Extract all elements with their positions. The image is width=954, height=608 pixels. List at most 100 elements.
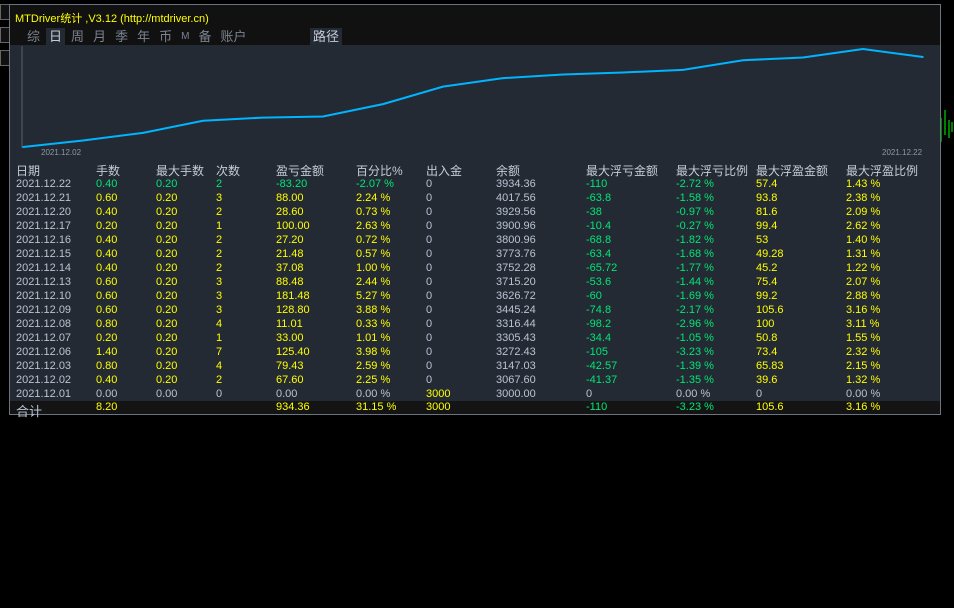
table-cell: 0.40: [96, 374, 118, 386]
table-cell: -3.23 %: [676, 346, 714, 358]
balance-point: [862, 48, 864, 50]
table-cell: -53.6: [586, 276, 612, 288]
table-cell: 3: [216, 290, 223, 302]
tab-5[interactable]: 年: [134, 28, 153, 45]
balance-point: [622, 71, 624, 74]
table-cell: 2: [216, 206, 223, 218]
table-cell: 3.88 %: [356, 304, 391, 316]
table-cell: -2.17 %: [676, 304, 714, 316]
table-cell: 0.60: [96, 290, 118, 302]
table-cell: -0.27 %: [676, 220, 714, 232]
table-cell: 1.55 %: [846, 332, 881, 344]
table-cell: 2: [216, 178, 223, 190]
table-cell: 0.57 %: [356, 248, 391, 260]
table-cell: 73.4: [756, 346, 778, 358]
table-cell: -1.69 %: [676, 290, 714, 302]
column-header: 最大浮亏比例: [676, 164, 749, 178]
balance-point: [202, 119, 204, 122]
table-cell: 0.80: [96, 318, 118, 330]
balance-point: [502, 77, 504, 79]
table-cell: 0: [426, 248, 433, 260]
table-cell: 2021.12.14: [16, 262, 72, 274]
tab-7[interactable]: M: [178, 28, 192, 45]
table-cell: 0.20: [156, 234, 178, 246]
tab-8[interactable]: 备: [195, 28, 214, 45]
table-cell: 2021.12.09: [16, 304, 72, 316]
tab-1[interactable]: 日: [46, 28, 66, 45]
table-cell: 0.20: [156, 262, 178, 274]
path-button[interactable]: 路径: [310, 28, 343, 45]
column-header: 最大手数: [156, 164, 205, 178]
table-cell: 0: [426, 262, 433, 274]
table-cell: 0.72 %: [356, 234, 391, 246]
total-cell: 934.36: [276, 401, 310, 413]
table-cell: 2021.12.06: [16, 346, 72, 358]
table-cell: 0: [426, 206, 433, 218]
table-cell: 0: [426, 346, 433, 358]
column-header: 日期: [16, 164, 41, 178]
total-row-bg: [10, 401, 940, 414]
table-cell: 0.20: [156, 178, 178, 190]
period-tabs: 综日周月季年币 M 备账户: [24, 28, 252, 45]
balance-line: [22, 47, 924, 148]
table-cell: 3000: [426, 388, 451, 400]
table-cell: 1: [216, 220, 223, 232]
table-cell: 3000.00: [496, 388, 536, 400]
table-cell: 4: [216, 318, 223, 330]
tab-9[interactable]: 账户: [217, 28, 249, 45]
chart-end-date: 2021.12.22: [882, 148, 923, 157]
table-cell: 3316.44: [496, 318, 536, 330]
table-cell: 99.4: [756, 220, 778, 232]
table-cell: 0.00 %: [846, 388, 881, 400]
table-cell: 3305.43: [496, 332, 536, 344]
column-header: 盈亏金额: [276, 164, 325, 178]
table-cell: -110: [586, 178, 608, 190]
table-cell: 3272.43: [496, 346, 536, 358]
table-cell: 3800.96: [496, 234, 536, 246]
table-cell: 0: [426, 304, 433, 316]
table-cell: -1.68 %: [676, 248, 714, 260]
table-cell: 2.15 %: [846, 360, 881, 372]
table-cell: 2.24 %: [356, 192, 391, 204]
table-cell: 37.08: [276, 262, 304, 274]
tab-0[interactable]: 综: [24, 28, 43, 45]
table-cell: 7: [216, 346, 223, 358]
table-cell: 0: [426, 374, 433, 386]
total-cell: 3000: [426, 401, 451, 413]
table-cell: 0: [426, 192, 433, 204]
balance-point: [22, 146, 24, 148]
tab-2[interactable]: 周: [68, 28, 87, 45]
table-cell: 0.20: [156, 220, 178, 232]
title-bar: MTDriver统计 ,V3.12 (http://mtdriver.cn) 综…: [10, 5, 940, 45]
total-cell: 31.15 %: [356, 401, 397, 413]
tab-6[interactable]: 币: [156, 28, 175, 45]
table-cell: 3715.20: [496, 276, 536, 288]
table-cell: -63.4: [586, 248, 612, 260]
balance-point: [382, 103, 384, 105]
tab-3[interactable]: 月: [90, 28, 109, 45]
table-cell: 2021.12.07: [16, 332, 72, 344]
table-cell: 2.44 %: [356, 276, 391, 288]
column-header: 出入金: [426, 164, 463, 178]
table-cell: 3.11 %: [846, 318, 880, 330]
table-cell: 1.00 %: [356, 262, 391, 274]
table-cell: 0.20: [156, 276, 178, 288]
table-cell: 2.59 %: [356, 360, 391, 372]
table-cell: 3147.03: [496, 360, 536, 372]
table-cell: 3773.76: [496, 248, 536, 260]
table-cell: 1.31 %: [846, 248, 881, 260]
balance-chart: [21, 46, 924, 148]
column-header: 余额: [496, 164, 521, 178]
table-cell: 65.83: [756, 360, 784, 372]
table-cell: 2.32 %: [846, 346, 881, 358]
table-cell: 99.2: [756, 290, 778, 302]
balance-point: [82, 139, 84, 142]
tab-4[interactable]: 季: [112, 28, 131, 45]
table-cell: 3067.60: [496, 374, 536, 386]
table-cell: 45.2: [756, 262, 778, 274]
table-cell: 0.33 %: [356, 318, 391, 330]
stats-window: MTDriver统计 ,V3.12 (http://mtdriver.cn) 综…: [9, 4, 941, 419]
table-cell: 33.00: [276, 332, 304, 344]
table-cell: 49.28: [756, 248, 784, 260]
table-cell: 39.6: [756, 374, 778, 386]
